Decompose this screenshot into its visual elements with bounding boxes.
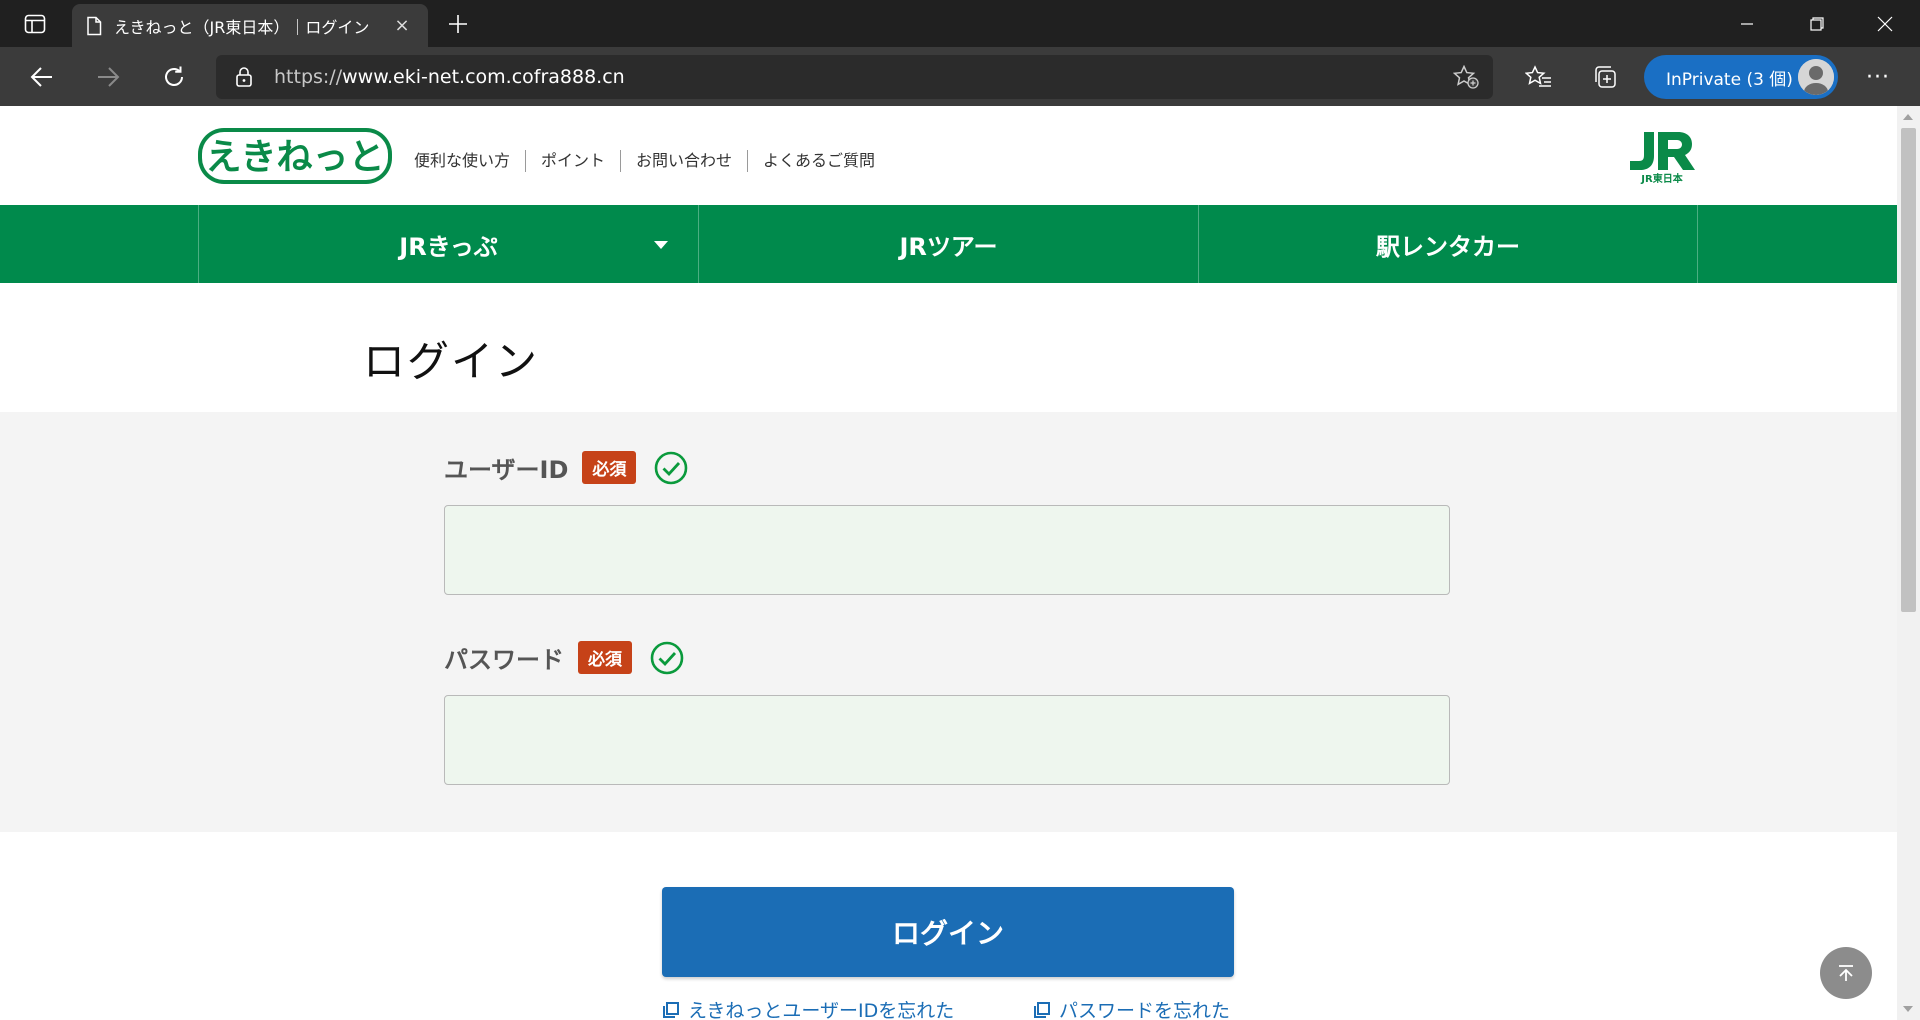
browser-toolbar: https://www.eki-net.com.cofra888.cn InPr… (0, 47, 1920, 106)
password-input[interactable] (444, 695, 1450, 785)
url-text[interactable]: https://www.eki-net.com.cofra888.cn (274, 66, 625, 88)
avatar (1798, 59, 1834, 95)
active-tab[interactable]: えきねっと（JR東日本）｜ログイン × (72, 4, 428, 47)
password-label: パスワード (444, 646, 564, 674)
user-id-input[interactable] (444, 505, 1450, 595)
check-circle-icon (655, 451, 688, 484)
new-tab-button[interactable] (440, 8, 476, 40)
nav-jr-tickets-label: JRきっぷ (399, 232, 498, 261)
util-link-points[interactable]: ポイント (525, 150, 620, 172)
browser-tab-bar: えきねっと（JR東日本）｜ログイン × (0, 0, 1920, 47)
main-nav: JRきっぷ JRツアー 駅レンタカー (0, 205, 1897, 283)
password-label-row: パスワード 必須 (444, 640, 684, 675)
arrow-up-icon (1839, 965, 1853, 981)
forward-button[interactable] (88, 57, 128, 97)
required-badge: 必須 (578, 641, 632, 674)
external-link-icon (1034, 1001, 1050, 1018)
minimize-button[interactable] (1712, 0, 1782, 47)
sidebar-toggle-icon (24, 14, 46, 34)
lock-icon[interactable] (232, 65, 256, 89)
nav-jr-tour-label: JRツアー (899, 232, 998, 261)
scroll-to-top-button[interactable] (1820, 947, 1872, 999)
forgot-user-id-text: えきねっとユーザーIDを忘れた (688, 1000, 955, 1020)
tab-title: えきねっと（JR東日本）｜ログイン (114, 17, 370, 37)
page-viewport: えきねっと 便利な使い方 ポイント お問い合わせ よくあるご質問 JR東日本 J… (0, 106, 1897, 1020)
user-id-label-row: ユーザーID 必須 (444, 450, 688, 485)
close-icon[interactable]: × (390, 14, 414, 38)
nav-rent-a-car-label: 駅レンタカー (1376, 232, 1520, 261)
address-bar[interactable]: https://www.eki-net.com.cofra888.cn (216, 55, 1493, 99)
tab-actions-button[interactable] (14, 8, 56, 40)
window-close-button[interactable] (1850, 0, 1920, 47)
user-id-label: ユーザーID (444, 456, 569, 484)
restore-button[interactable] (1782, 0, 1852, 47)
svg-text:えきねっと: えきねっと (206, 137, 385, 178)
util-link-howto[interactable]: 便利な使い方 (414, 150, 525, 172)
nav-jr-tour[interactable]: JRツアー (698, 205, 1198, 283)
jr-east-logo[interactable]: JR東日本 (1624, 128, 1698, 184)
nav-jr-tickets[interactable]: JRきっぷ (198, 205, 698, 283)
site-header: えきねっと 便利な使い方 ポイント お問い合わせ よくあるご質問 JR東日本 (0, 106, 1897, 205)
scrollbar-thumb[interactable] (1901, 128, 1916, 612)
inprivate-profile-button[interactable]: InPrivate (3 個) (1644, 55, 1838, 99)
chevron-down-icon (654, 241, 668, 249)
util-link-faq[interactable]: よくあるご質問 (747, 150, 890, 172)
favorites-icon (1525, 65, 1551, 87)
back-arrow-icon (30, 67, 52, 87)
ekinet-logo[interactable]: えきねっと (196, 124, 394, 188)
collections-icon (1595, 66, 1616, 88)
favorites-button[interactable] (1522, 60, 1556, 94)
scroll-down-arrow-icon[interactable] (1903, 1006, 1913, 1012)
url-scheme: https:// (274, 66, 343, 88)
page-scrollbar[interactable] (1897, 106, 1920, 1020)
forgot-password-text: パスワードを忘れた (1059, 1000, 1231, 1020)
add-favorite-icon[interactable] (1453, 65, 1479, 89)
restore-icon (1810, 16, 1824, 31)
page-icon (87, 16, 102, 35)
check-circle-icon (650, 641, 684, 674)
scroll-up-arrow-icon[interactable] (1903, 114, 1913, 120)
forgot-password-link[interactable]: パスワードを忘れた (1033, 996, 1230, 1020)
nav-rent-a-car[interactable]: 駅レンタカー (1198, 205, 1698, 283)
window-close-icon (1877, 16, 1893, 31)
collections-button[interactable] (1588, 60, 1622, 94)
plus-icon (449, 15, 467, 33)
util-link-contact[interactable]: お問い合わせ (620, 150, 747, 172)
forward-arrow-icon (98, 67, 120, 87)
forgot-user-id-link[interactable]: えきねっとユーザーIDを忘れた (662, 996, 954, 1020)
refresh-button[interactable] (154, 57, 194, 97)
inprivate-label: InPrivate (3 個) (1666, 69, 1793, 90)
page-title: ログイン (363, 337, 540, 386)
external-link-icon (663, 1001, 679, 1018)
url-host: www.eki-net.com.cofra888.cn (342, 66, 625, 88)
required-badge: 必須 (582, 451, 637, 484)
more-menu-button[interactable]: ··· (1858, 60, 1898, 94)
svg-text:JR東日本: JR東日本 (1640, 172, 1683, 184)
minimize-icon (1741, 22, 1753, 25)
utility-links: 便利な使い方 ポイント お問い合わせ よくあるご質問 (414, 150, 890, 172)
back-button[interactable] (22, 57, 62, 97)
refresh-icon (165, 66, 183, 86)
login-button[interactable]: ログイン (662, 887, 1234, 977)
